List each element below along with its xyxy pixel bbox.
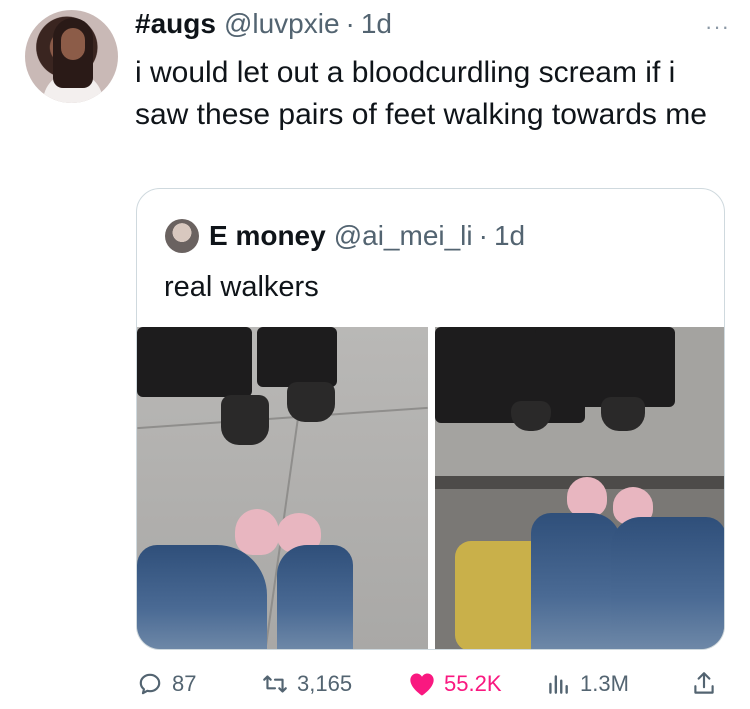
black-toe-shoe (511, 401, 551, 431)
quote-display-name[interactable]: E money (209, 220, 326, 252)
reply-count: 87 (172, 671, 197, 696)
photo-2[interactable] (435, 327, 724, 649)
views-icon (544, 670, 572, 698)
avatar-face (61, 28, 85, 60)
user-handle[interactable]: @luvpxie (224, 8, 340, 40)
like-count: 55.2K (444, 671, 502, 696)
pink-shoe (567, 477, 607, 517)
views-button[interactable]: 1.3M (544, 670, 629, 698)
jeans (277, 545, 353, 649)
reply-button[interactable]: 87 (136, 670, 196, 698)
more-icon[interactable]: ··· (705, 14, 730, 40)
media-grid (137, 327, 724, 649)
like-button[interactable]: 55.2K (408, 670, 502, 698)
timestamp[interactable]: 1d (361, 8, 392, 40)
quote-avatar[interactable] (165, 219, 199, 253)
black-toe-shoe (601, 397, 645, 431)
retweet-button[interactable]: 3,165 (261, 670, 352, 698)
user-avatar[interactable] (25, 10, 118, 103)
quote-header: E money @ai_mei_li · 1d (165, 219, 525, 253)
reply-icon (136, 670, 164, 698)
black-pants (137, 327, 252, 397)
black-toe-shoe (221, 395, 269, 445)
black-toe-shoe (287, 382, 335, 422)
pink-shoe (235, 509, 279, 555)
quote-handle[interactable]: @ai_mei_li (334, 220, 473, 252)
jeans (611, 517, 724, 649)
view-count: 1.3M (580, 671, 629, 696)
share-icon (690, 670, 718, 698)
quote-separator: · (478, 220, 488, 251)
sidewalk-seam (137, 406, 428, 430)
black-pants (257, 327, 337, 387)
jeans (531, 513, 621, 649)
quote-text: real walkers (164, 271, 319, 303)
action-bar: 87 3,165 55.2K 1.3M (136, 670, 726, 700)
retweet-count: 3,165 (297, 671, 353, 696)
display-name[interactable]: #augs (135, 8, 216, 40)
like-icon (408, 670, 436, 698)
quoted-tweet[interactable]: E money @ai_mei_li · 1d real walkers (136, 188, 725, 650)
photo-1[interactable] (137, 327, 428, 649)
quote-timestamp[interactable]: 1d (494, 220, 525, 252)
separator-dot: · (345, 8, 355, 39)
jeans (137, 545, 267, 649)
share-button[interactable] (690, 670, 726, 698)
tweet-text: i would let out a bloodcurdling scream i… (135, 56, 707, 131)
black-pants (535, 327, 675, 407)
tweet-header: #augs @luvpxie · 1d (135, 8, 392, 44)
retweet-icon (261, 670, 289, 698)
